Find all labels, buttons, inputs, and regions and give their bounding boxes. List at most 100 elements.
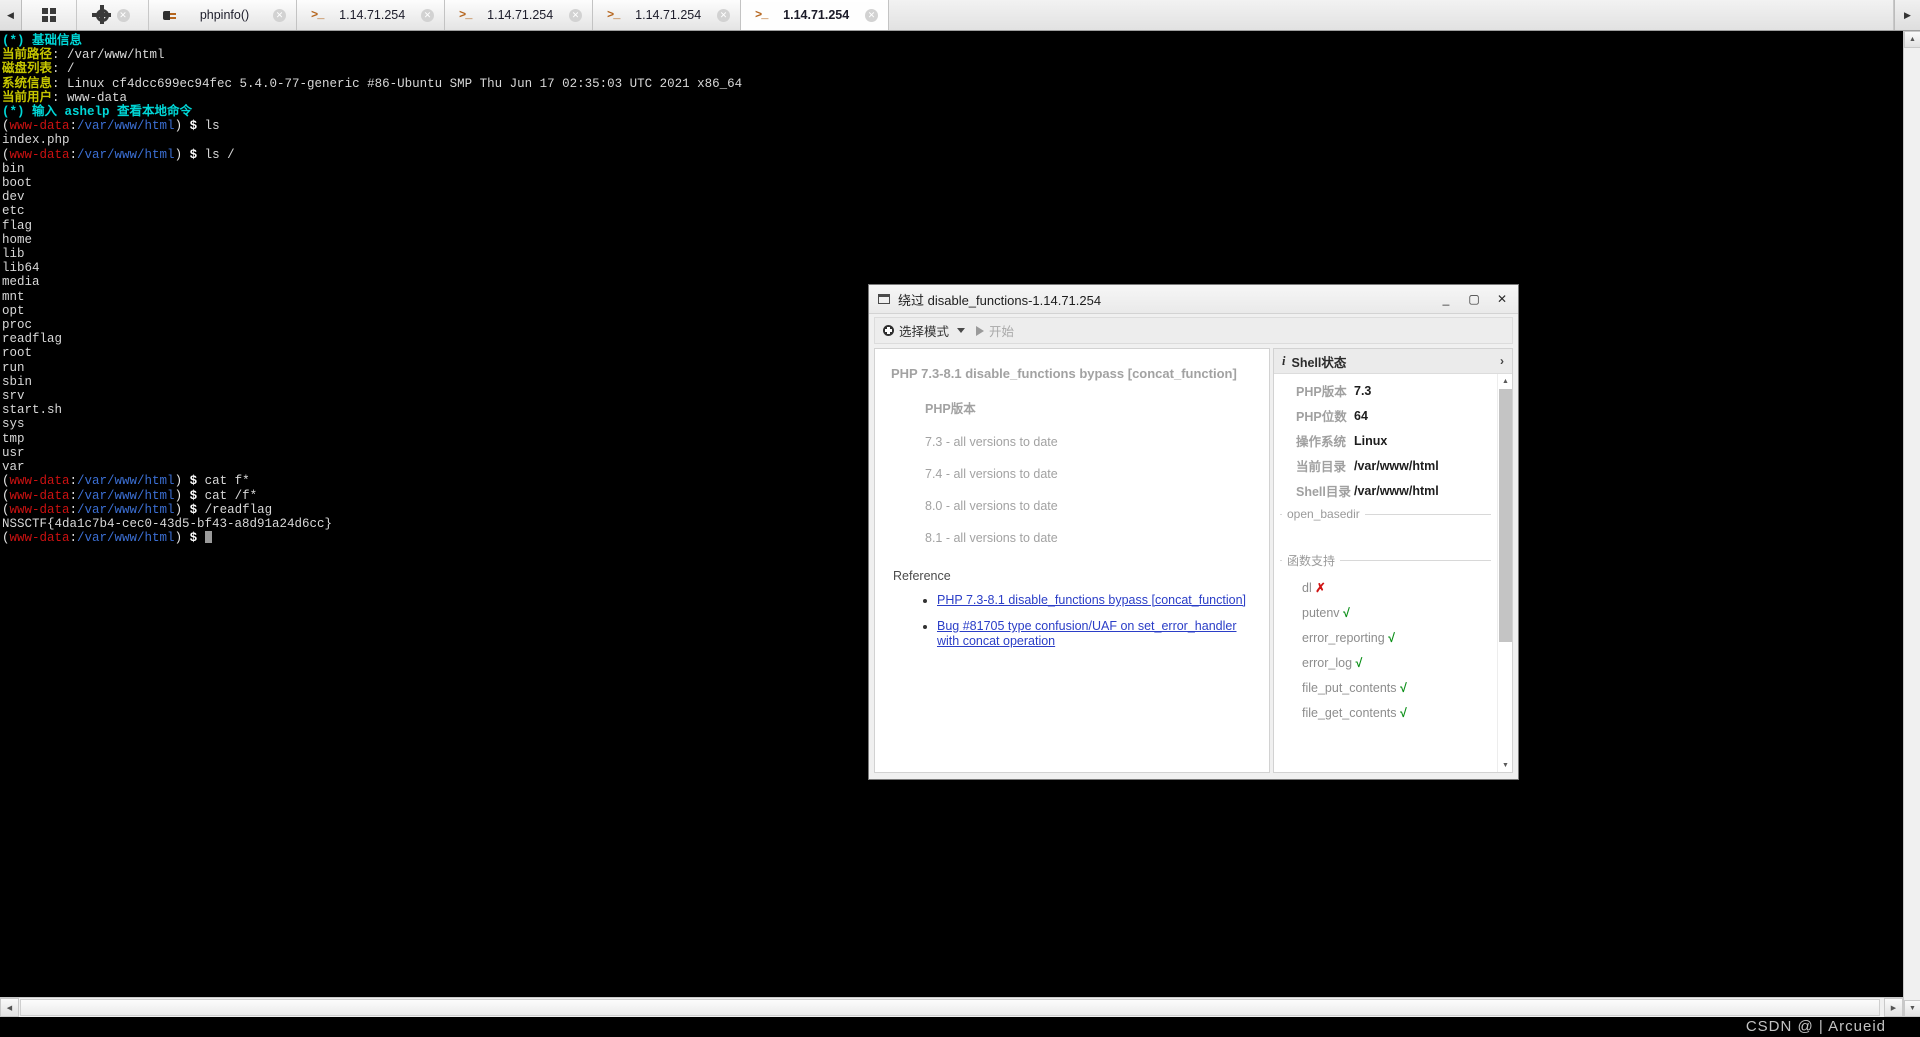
- close-icon[interactable]: ✕: [717, 8, 730, 22]
- dialog-toolbar: 选择模式 开始: [874, 317, 1513, 344]
- tab-label: 1.14.71.254: [635, 8, 702, 22]
- terminal-icon: >_: [607, 8, 620, 22]
- doc-subheading: PHP版本: [925, 402, 976, 416]
- function-row-3: error_log √: [1280, 656, 1491, 670]
- shell-state-value: 64: [1354, 408, 1368, 423]
- doc-version-1: 7.4 - all versions to date: [925, 467, 1058, 481]
- terminal-icon: >_: [459, 8, 472, 22]
- settings-tab[interactable]: ✕: [77, 0, 149, 30]
- reference-link-0[interactable]: PHP 7.3-8.1 disable_functions bypass [co…: [937, 593, 1246, 607]
- chevron-left-icon: ◀: [7, 9, 14, 20]
- php-icon: [163, 10, 176, 21]
- dialog-title-bar[interactable]: 绕过 disable_functions-1.14.71.254 _ ▢ ✕: [869, 285, 1518, 314]
- shell-state-row-0: PHP版本 7.3: [1274, 382, 1497, 400]
- shell-state-key: Shell目录: [1296, 485, 1351, 499]
- scroll-left-arrow-icon[interactable]: ◀: [0, 998, 19, 1017]
- close-icon[interactable]: ✕: [421, 8, 434, 22]
- horizontal-scrollbar[interactable]: ◀ ▶: [0, 997, 1903, 1017]
- watermark: CSDN @ | Arcueid: [1745, 1018, 1886, 1035]
- function-row-4: file_put_contents √: [1280, 681, 1491, 695]
- close-icon[interactable]: ✕: [116, 8, 130, 22]
- function-name: file_put_contents: [1302, 681, 1400, 695]
- tab-2[interactable]: >_ 1.14.71.254 ✕: [445, 0, 593, 30]
- shell-state-scroll-thumb[interactable]: [1499, 389, 1512, 642]
- tab-3[interactable]: >_ 1.14.71.254 ✕: [593, 0, 741, 30]
- reference-list-item: Bug #81705 type confusion/UAF on set_err…: [937, 619, 1253, 649]
- reference-list-item: PHP 7.3-8.1 disable_functions bypass [co…: [937, 593, 1253, 608]
- shell-state-scroll-area: PHP版本 7.3 PHP位数 64 操作系统 Linux 当前目录/var/www/htm…: [1274, 374, 1512, 772]
- tab-1[interactable]: >_ 1.14.71.254 ✕: [297, 0, 445, 30]
- close-button[interactable]: ✕: [1492, 292, 1512, 306]
- select-mode-label: 选择模式: [899, 325, 950, 339]
- tab-label: 1.14.71.254: [783, 8, 850, 22]
- tab-4[interactable]: >_ 1.14.71.254 ✕: [741, 0, 889, 30]
- shell-state-row-3: 当前目录/var/www/html: [1274, 457, 1497, 475]
- chevron-right-icon: ▶: [1904, 9, 1911, 20]
- horizontal-scroll-thumb[interactable]: [20, 999, 1880, 1016]
- tab-0[interactable]: phpinfo() ✕: [149, 0, 297, 30]
- chevron-down-icon[interactable]: [957, 328, 966, 333]
- maximize-button[interactable]: ▢: [1464, 292, 1484, 306]
- shell-state-value: /var/www/html: [1354, 483, 1439, 498]
- apps-grid-button[interactable]: [22, 0, 77, 30]
- shell-state-key: 当前目录: [1296, 460, 1347, 474]
- check-icon: √: [1355, 656, 1363, 670]
- dialog-title: 绕过 disable_functions-1.14.71.254: [898, 292, 1102, 308]
- window-icon: [878, 294, 890, 304]
- open-basedir-value: [1280, 521, 1491, 546]
- scroll-right-arrow-icon[interactable]: ▶: [1884, 998, 1903, 1017]
- open-basedir-group: open_basedir: [1280, 507, 1491, 546]
- close-icon[interactable]: ✕: [865, 8, 878, 22]
- check-icon: √: [1388, 631, 1396, 645]
- shell-state-value: /var/www/html: [1354, 458, 1439, 473]
- scroll-up-arrow-icon[interactable]: ▲: [1904, 31, 1920, 48]
- shell-state-value: 7.3: [1354, 383, 1372, 398]
- shell-state-key: PHP位数: [1296, 410, 1347, 424]
- shell-state-scrollbar[interactable]: ▲ ▼: [1497, 374, 1512, 772]
- shell-state-row-1: PHP位数 64: [1274, 407, 1497, 425]
- function-name: putenv: [1302, 606, 1344, 620]
- start-label: 开始: [989, 325, 1015, 339]
- dialog-body: PHP 7.3-8.1 disable_functions bypass [co…: [874, 348, 1513, 773]
- function-name: error_log: [1302, 656, 1356, 670]
- doc-version-3: 8.1 - all versions to date: [925, 531, 1058, 545]
- reference-link-1[interactable]: Bug #81705 type confusion/UAF on set_err…: [937, 619, 1237, 648]
- gear-icon: [92, 5, 111, 24]
- shell-state-row-2: 操作系统 Linux: [1274, 432, 1497, 450]
- chevron-right-icon[interactable]: ›: [1500, 354, 1504, 368]
- close-icon[interactable]: ✕: [273, 8, 286, 22]
- plus-circle-icon: [883, 325, 894, 336]
- reference-link-list: PHP 7.3-8.1 disable_functions bypass [co…: [937, 593, 1253, 649]
- scroll-down-arrow-icon[interactable]: ▼: [1498, 758, 1513, 772]
- function-support-legend: 函数支持: [1287, 554, 1336, 568]
- function-row-0: dl ✗: [1280, 580, 1491, 595]
- tab-scroll-left-button[interactable]: ◀: [0, 0, 22, 30]
- start-button[interactable]: 开始: [976, 321, 1014, 340]
- shell-state-title: Shell状态: [1291, 355, 1347, 370]
- documentation-pane[interactable]: PHP 7.3-8.1 disable_functions bypass [co…: [874, 348, 1270, 773]
- check-icon: √: [1400, 681, 1407, 695]
- bypass-dialog: 绕过 disable_functions-1.14.71.254 _ ▢ ✕ 选…: [868, 284, 1519, 780]
- function-name: dl: [1302, 581, 1316, 595]
- shell-state-header[interactable]: i Shell状态 ›: [1274, 349, 1512, 374]
- tabbar-filler: [889, 0, 1894, 30]
- scroll-up-arrow-icon[interactable]: ▲: [1498, 374, 1513, 388]
- shell-state-content: PHP版本 7.3 PHP位数 64 操作系统 Linux 当前目录/var/www/htm…: [1274, 374, 1497, 772]
- cross-icon: ✗: [1315, 581, 1326, 595]
- info-icon: i: [1282, 353, 1286, 368]
- open-basedir-legend: open_basedir: [1287, 507, 1360, 521]
- doc-version-2: 8.0 - all versions to date: [925, 499, 1058, 513]
- select-mode-button[interactable]: 选择模式: [883, 321, 949, 340]
- close-icon[interactable]: ✕: [569, 8, 582, 22]
- scroll-down-arrow-icon[interactable]: ▼: [1904, 1000, 1920, 1017]
- shell-state-value: Linux: [1354, 433, 1388, 448]
- function-name: error_reporting: [1302, 631, 1389, 645]
- shell-state-pane: i Shell状态 › PHP版本 7.3 PHP位数 64 操作系统 Linux 当前目录…: [1273, 348, 1513, 773]
- doc-heading: PHP 7.3-8.1 disable_functions bypass [co…: [891, 366, 1237, 381]
- vertical-scrollbar[interactable]: ▲ ▼: [1903, 31, 1920, 1017]
- tab-scroll-right-button[interactable]: ▶: [1894, 0, 1920, 30]
- minimize-button[interactable]: _: [1436, 292, 1456, 306]
- grid-icon: [42, 8, 56, 22]
- terminal-icon: >_: [755, 8, 768, 22]
- tab-label: 1.14.71.254: [339, 8, 406, 22]
